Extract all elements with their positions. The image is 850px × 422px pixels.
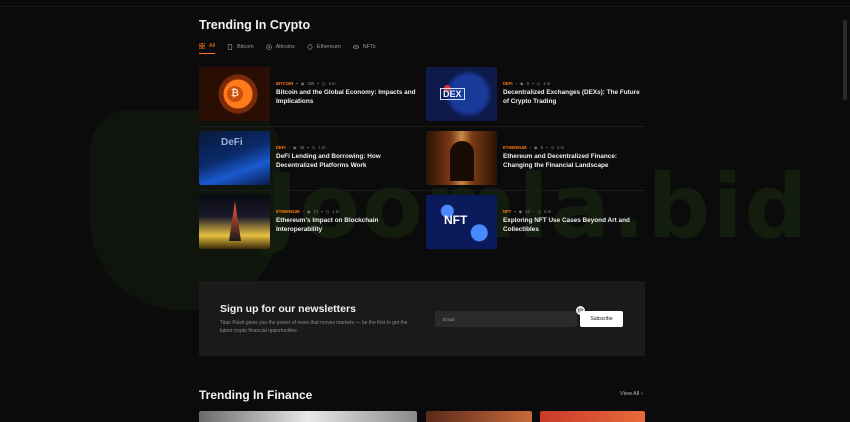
article-card[interactable]: DeFi DEFI ◉ 16 ◷ 1 m DeFi Lending and Borr…	[199, 131, 417, 187]
article-title[interactable]: DeFi Lending and Borrowing: How Decentra…	[276, 153, 418, 171]
tab-label: All	[209, 43, 216, 49]
article-meta: ETHEREUM ◉ 17 ◷ 1 m	[276, 209, 418, 214]
article-title[interactable]: Ethereum and Decentralized Finance: Chan…	[503, 153, 645, 171]
tab-label: Ethereum	[316, 43, 341, 50]
article-thumbnail[interactable]: DeFi	[199, 131, 270, 185]
email-field[interactable]	[435, 311, 577, 327]
tab-altcoins[interactable]: Altcoins	[265, 43, 295, 54]
bitcoin-icon	[227, 43, 233, 50]
article-thumbnail[interactable]	[426, 131, 497, 185]
read-time: 1 m	[543, 81, 551, 86]
article-card[interactable]: NFT NFT ◉ 12 ◷ 0 m Exploring NFT Use Cases…	[426, 195, 644, 251]
clock-icon: ◷	[550, 145, 555, 150]
category-label[interactable]: BITCOIN	[276, 81, 293, 86]
category-label[interactable]: ETHEREUM	[503, 145, 527, 150]
view-count: 12	[525, 209, 530, 214]
article-card[interactable]: DEX DEFI ◉ 6 ◷ 1 m Decentralized Exchanges…	[426, 67, 644, 123]
tab-nfts[interactable]: NFTs	[352, 43, 376, 54]
category-label[interactable]: DEFI	[503, 81, 513, 86]
eye-icon: ◉	[518, 209, 523, 214]
grid-icon	[198, 42, 206, 50]
finance-article-thumbnail[interactable]	[540, 411, 645, 422]
read-time: 1 m	[332, 209, 340, 214]
eye-icon: ◉	[293, 145, 297, 150]
article-meta: BITCOIN ◉ 300 ◷ 3 m	[276, 81, 418, 86]
newsletter-panel: Sign up for our newsletters Titan Flash …	[199, 281, 645, 356]
article-title[interactable]: Bitcoin and the Global Economy: Impacts …	[276, 89, 418, 107]
article-title[interactable]: Ethereum's Impact on Blockchain Interope…	[276, 217, 418, 235]
eye-icon: ◉	[307, 209, 311, 214]
clock-icon: ◷	[321, 81, 326, 86]
clock-icon: ◷	[536, 81, 541, 86]
article-card[interactable]: ETHEREUM ◉ 17 ◷ 1 m Ethereum's Impact on B…	[199, 195, 417, 251]
finance-article-thumbnail[interactable]	[199, 411, 417, 422]
category-label[interactable]: ETHEREUM	[276, 209, 300, 214]
view-count: 16	[299, 145, 305, 150]
read-time: 2 m	[557, 145, 565, 150]
view-all-link[interactable]: View All ›	[620, 391, 643, 397]
subscribe-button[interactable]: Subscribe	[580, 311, 623, 327]
clock-icon: ◷	[325, 209, 330, 214]
finance-article-thumbnail[interactable]	[426, 411, 532, 422]
eye-icon: ◉	[520, 81, 524, 86]
article-card[interactable]: ₿ BITCOIN ◉ 300 ◷ 3 m Bitcoin and the Glob…	[199, 67, 417, 123]
tab-label: Bitcoin	[237, 43, 254, 50]
tab-bitcoin[interactable]: Bitcoin	[227, 43, 254, 54]
read-time: 0 m	[544, 209, 552, 214]
article-thumbnail[interactable]: DEX	[426, 67, 497, 121]
row-divider	[199, 190, 645, 191]
tab-label: Altcoins	[275, 43, 295, 50]
crypto-section-title: Trending In Crypto	[199, 18, 311, 32]
finance-section-title: Trending In Finance	[199, 388, 313, 402]
arrow-right-icon: ›	[641, 391, 644, 397]
article-title[interactable]: Exploring NFT Use Cases Beyond Art and C…	[503, 217, 645, 235]
view-count: 6	[526, 81, 530, 86]
view-count: 5	[540, 145, 543, 150]
article-thumbnail[interactable]: NFT	[426, 195, 497, 249]
article-thumbnail[interactable]	[199, 195, 270, 249]
top-divider	[0, 6, 850, 7]
newsletter-description: Titan Flash gives you the power of news …	[220, 320, 408, 334]
coin-icon	[265, 43, 272, 50]
clock-icon: ◷	[311, 145, 316, 150]
newsletter-title: Sign up for our newsletters	[220, 303, 356, 315]
nft-icon	[352, 44, 359, 50]
tab-all[interactable]: All	[198, 42, 216, 54]
article-meta: NFT ◉ 12 ◷ 0 m	[503, 209, 645, 214]
scrollbar[interactable]	[843, 20, 847, 100]
view-all-label: View All	[620, 391, 640, 397]
article-card[interactable]: ETHEREUM ◉ 5 ◷ 2 m Ethereum and Decentrali…	[426, 131, 644, 187]
eye-icon: ◉	[534, 145, 538, 150]
article-meta: ETHEREUM ◉ 5 ◷ 2 m	[503, 145, 645, 150]
view-count: 17	[313, 209, 319, 214]
clock-icon: ◷	[537, 209, 542, 214]
read-time: 3 m	[328, 81, 336, 86]
tab-ethereum[interactable]: Ethereum	[307, 43, 341, 54]
article-meta: DEFI ◉ 16 ◷ 1 m	[276, 145, 418, 150]
row-divider	[199, 126, 645, 127]
category-label[interactable]: NFT	[503, 209, 511, 214]
read-time: 1 m	[318, 145, 326, 150]
article-thumbnail[interactable]: ₿	[199, 67, 270, 121]
eye-icon: ◉	[300, 81, 305, 86]
article-meta: DEFI ◉ 6 ◷ 1 m	[503, 81, 645, 86]
crypto-tabs: All Bitcoin Altcoins Ethereum NFTs	[198, 42, 376, 54]
category-label[interactable]: DEFI	[276, 145, 286, 150]
ethereum-icon	[307, 43, 313, 50]
view-count: 300	[307, 81, 315, 86]
article-title[interactable]: Decentralized Exchanges (DEXs): The Futu…	[503, 89, 645, 107]
tab-label: NFTs	[362, 43, 376, 50]
